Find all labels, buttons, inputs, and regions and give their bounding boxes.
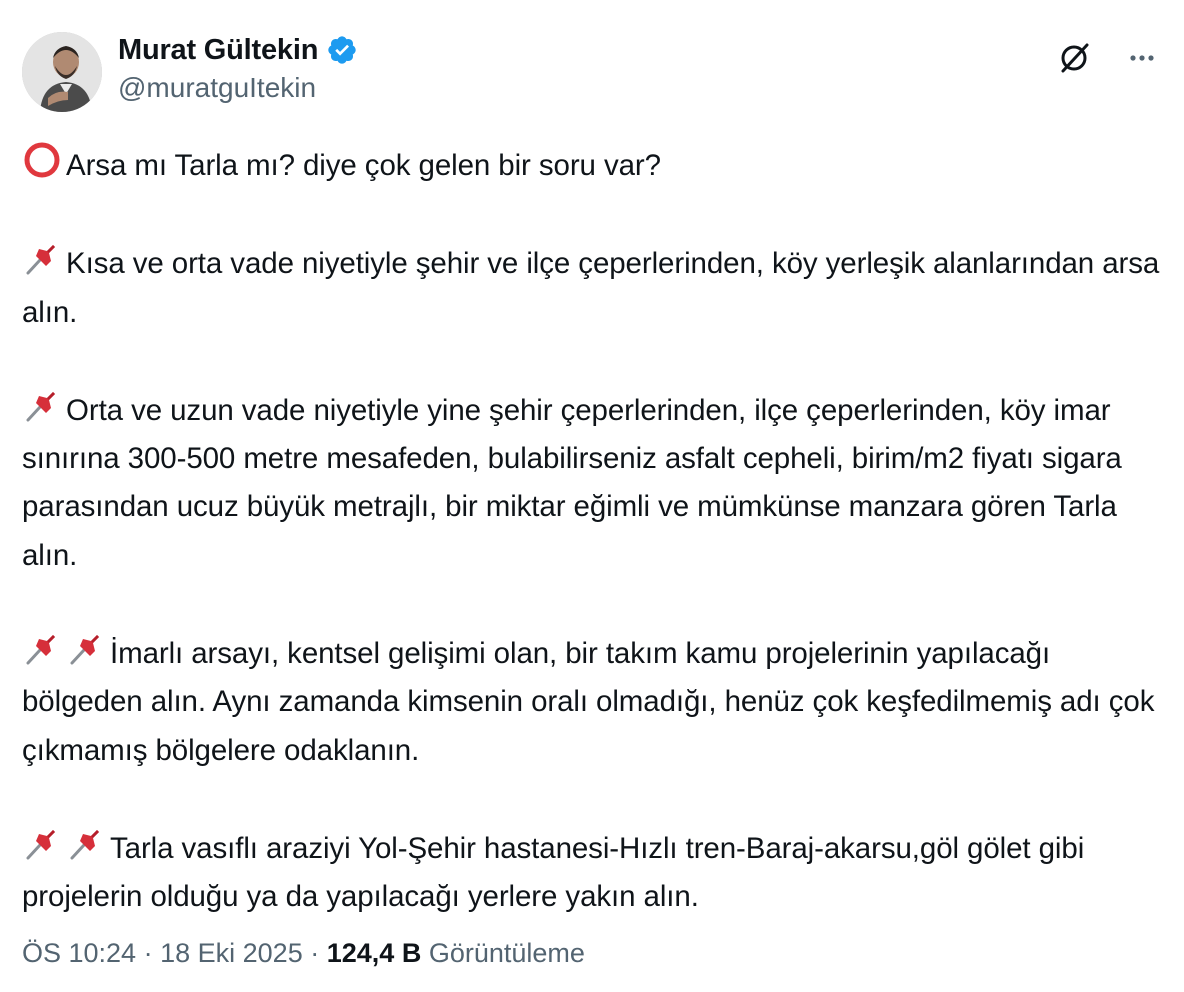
author-names: Murat Gültekin @muratguItekin — [118, 30, 358, 104]
grok-icon[interactable] — [1054, 38, 1094, 78]
meta-separator: · — [143, 938, 153, 968]
pushpin-emoji — [66, 628, 106, 668]
tweet-meta: ÖS 10:24 · 18 Eki 2025 · 124,4 B Görüntü… — [22, 938, 585, 969]
avatar[interactable] — [22, 32, 102, 112]
tweet-text: Arsa mı Tarla mı? diye çok gelen bir sor… — [22, 140, 1172, 922]
pushpin-emoji — [66, 823, 106, 863]
tweet-text-para-5: Tarla vasıflı araziyi Yol-Şehir hastanes… — [22, 831, 1085, 914]
meta-separator: · — [310, 938, 320, 968]
tweet-text-para-4: İmarlı arsayı, kentsel gelişimi olan, bi… — [22, 637, 1155, 767]
tweet-paragraph-2: Kısa ve orta vade niyetiyle şehir ve ilç… — [22, 238, 1172, 337]
more-options-icon[interactable] — [1122, 38, 1162, 78]
tweet-card: Murat Gültekin @muratguItekin Arsa mı Ta… — [0, 0, 1184, 992]
tweet-paragraph-5: Tarla vasıflı araziyi Yol-Şehir hastanes… — [22, 823, 1172, 922]
tweet-header: Murat Gültekin @muratguItekin — [22, 30, 1162, 114]
pushpin-emoji — [22, 628, 62, 668]
verified-badge-icon[interactable] — [326, 34, 358, 66]
hollow-red-circle-emoji — [22, 140, 62, 180]
display-name-row: Murat Gültekin — [118, 30, 358, 70]
pushpin-emoji — [22, 823, 62, 863]
pushpin-emoji — [22, 385, 62, 425]
tweet-paragraph-1: Arsa mı Tarla mı? diye çok gelen bir sor… — [22, 140, 1172, 190]
tweet-paragraph-4: İmarlı arsayı, kentsel gelişimi olan, bi… — [22, 628, 1172, 775]
tweet-text-para-3: Orta ve uzun vade niyetiyle yine şehir ç… — [22, 393, 1122, 572]
tweet-time[interactable]: ÖS 10:24 — [22, 938, 136, 968]
tweet-text-line-1: Arsa mı Tarla mı? diye çok gelen bir sor… — [66, 149, 661, 182]
avatar-photo — [22, 32, 102, 112]
tweet-paragraph-3: Orta ve uzun vade niyetiyle yine şehir ç… — [22, 385, 1172, 580]
tweet-text-para-2: Kısa ve orta vade niyetiyle şehir ve ilç… — [22, 247, 1160, 329]
handle[interactable]: @muratguItekin — [118, 72, 358, 104]
tweet-date[interactable]: 18 Eki 2025 — [160, 938, 303, 968]
pushpin-emoji — [22, 238, 62, 278]
views-label: Görüntüleme — [428, 938, 585, 968]
display-name[interactable]: Murat Gültekin — [118, 34, 318, 67]
header-actions — [1054, 38, 1162, 78]
views-count: 124,4 B — [326, 938, 422, 968]
